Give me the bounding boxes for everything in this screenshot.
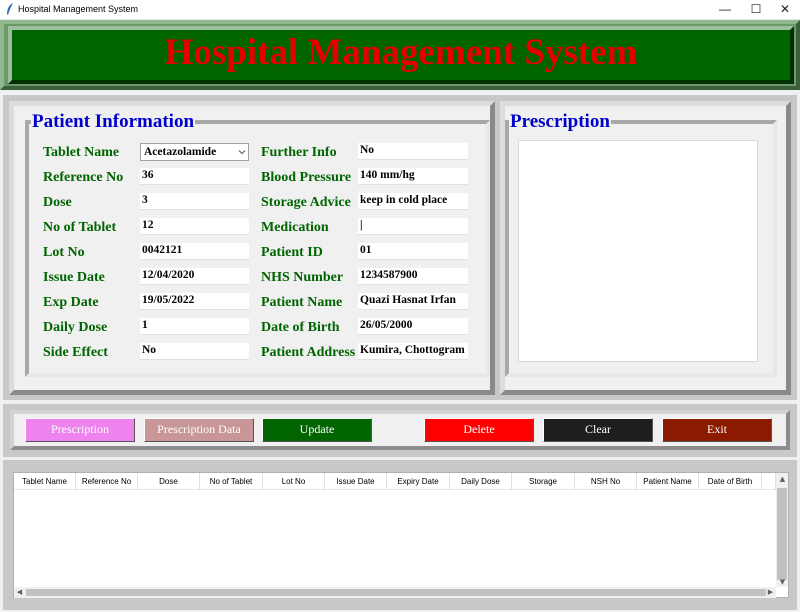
tablet-name-value: Acetazolamide [144, 146, 217, 158]
further-info-label: Further Info [261, 145, 337, 160]
scroll-up-arrow-icon[interactable]: ▲ [777, 474, 788, 485]
exp-date-input[interactable]: 19/05/2022 [140, 293, 249, 310]
blood-pressure-label: Blood Pressure [261, 170, 352, 185]
side-effect-label: Side Effect [43, 345, 108, 360]
prescription-textarea[interactable] [518, 140, 758, 362]
column-header-date-of-birth[interactable]: Date of Birth [699, 473, 762, 490]
side-effect-input[interactable]: No [140, 343, 249, 360]
chevron-down-icon[interactable] [238, 148, 246, 156]
column-header-issue-date[interactable]: Issue Date [325, 473, 387, 490]
maximize-button[interactable]: ☐ [741, 0, 771, 20]
patient-information-title: Patient Information [31, 111, 196, 133]
prescription-button[interactable]: Prescription [25, 418, 135, 442]
window-title: Hospital Management System [18, 4, 139, 14]
dose-input[interactable]: 3 [140, 193, 249, 210]
column-header-lot-no[interactable]: Lot No [263, 473, 325, 490]
column-header-tablet-name[interactable]: Tablet Name [14, 473, 76, 490]
exp-date-label: Exp Date [43, 295, 99, 310]
tablet-name-label: Tablet Name [43, 145, 120, 160]
reference-no-input[interactable]: 36 [140, 168, 249, 185]
issue-date-label: Issue Date [43, 270, 105, 285]
column-header-expiry-date[interactable]: Expiry Date [387, 473, 450, 490]
column-header-reference-no[interactable]: Reference No [76, 473, 138, 490]
exit-button[interactable]: Exit [662, 418, 772, 442]
app-title: Hospital Management System [164, 32, 638, 73]
daily-dose-input[interactable]: 1 [140, 318, 249, 335]
blood-pressure-input[interactable]: 140 mm/hg [358, 168, 468, 185]
dose-label: Dose [43, 195, 72, 210]
column-header-no-of-tablet[interactable]: No of Tablet [200, 473, 263, 490]
no-of-tablet-input[interactable]: 12 [140, 218, 249, 235]
date-of-birth-label: Date of Birth [261, 320, 340, 335]
scroll-right-arrow-icon[interactable]: ▶ [765, 587, 776, 598]
prescription-title: Prescription [509, 111, 611, 133]
patient-address-label: Patient Address [261, 345, 356, 360]
patient-address-input[interactable]: Kumira, Chottogram [358, 343, 468, 360]
nhs-number-input[interactable]: 1234587900 [358, 268, 468, 285]
prescription-data-button[interactable]: Prescription Data [144, 418, 254, 442]
storage-advice-label: Storage Advice [261, 195, 351, 210]
medication-label: Medication [261, 220, 329, 235]
further-info-input[interactable]: No [358, 143, 468, 160]
patient-id-input[interactable]: 01 [358, 243, 468, 260]
patient-id-label: Patient ID [261, 245, 323, 260]
records-table[interactable] [13, 472, 789, 598]
delete-button[interactable]: Delete [424, 418, 534, 442]
feather-icon [7, 3, 13, 15]
medication-input[interactable]: | [358, 218, 468, 235]
date-of-birth-input[interactable]: 26/05/2000 [358, 318, 468, 335]
patient-name-input[interactable]: Quazi Hasnat Irfan [358, 293, 468, 310]
column-header-dose[interactable]: Dose [138, 473, 200, 490]
daily-dose-label: Daily Dose [43, 320, 108, 335]
column-header-nsh-no[interactable]: NSH No [575, 473, 637, 490]
lot-no-input[interactable]: 0042121 [140, 243, 249, 260]
column-header-patient-name[interactable]: Patient Name [637, 473, 699, 490]
issue-date-input[interactable]: 12/04/2020 [140, 268, 249, 285]
clear-button[interactable]: Clear [543, 418, 653, 442]
horizontal-scroll-thumb[interactable] [26, 589, 766, 596]
column-header-storage[interactable]: Storage [512, 473, 575, 490]
scroll-left-arrow-icon[interactable]: ◀ [14, 587, 25, 598]
column-header-overflow [762, 473, 776, 490]
tablet-name-combobox[interactable]: Acetazolamide [140, 143, 249, 161]
column-header-daily-dose[interactable]: Daily Dose [450, 473, 512, 490]
reference-no-label: Reference No [43, 170, 124, 185]
scroll-down-arrow-icon[interactable]: ▼ [777, 577, 788, 588]
minimize-button[interactable]: — [710, 0, 740, 20]
no-of-tablet-label: No of Tablet [43, 220, 117, 235]
update-button[interactable]: Update [262, 418, 372, 442]
vertical-scroll-thumb[interactable] [777, 488, 787, 580]
patient-name-label: Patient Name [261, 295, 343, 310]
lot-no-label: Lot No [43, 245, 85, 260]
nhs-number-label: NHS Number [261, 270, 344, 285]
storage-advice-input[interactable]: keep in cold place [358, 193, 468, 210]
close-button[interactable]: ✕ [770, 0, 800, 20]
